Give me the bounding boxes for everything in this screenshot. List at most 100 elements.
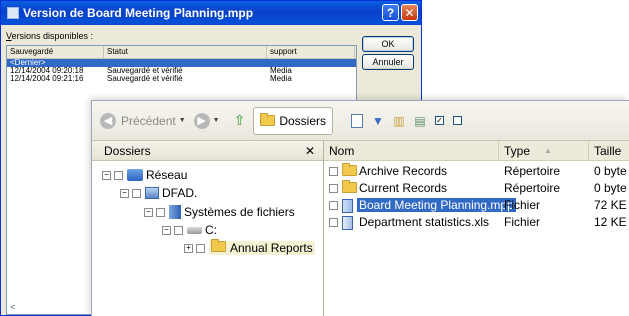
checkbox[interactable] <box>329 201 338 210</box>
close-button[interactable]: ✕ <box>401 4 418 21</box>
checkbox[interactable] <box>329 167 338 176</box>
checkbox[interactable] <box>132 188 141 198</box>
version-status: Sauvegardé et vérifié <box>107 67 183 75</box>
folder-icon <box>342 163 357 176</box>
empty-checkbox-icon[interactable] <box>453 116 462 125</box>
drive-icon <box>187 226 202 234</box>
versions-list-header: Sauvegardé Statut support <box>7 46 356 59</box>
file-name: Board Meeting Planning.mpp <box>357 198 516 212</box>
tree-node-file-systems[interactable]: − Systèmes de fichiers <box>144 204 295 220</box>
versions-available-label: Versions disponibles : <box>6 31 94 41</box>
tree-node-annual-reports[interactable]: + Annual Reports <box>184 239 315 256</box>
file-type: Répertoire <box>504 164 561 178</box>
scroll-left-arrow-icon[interactable]: < <box>7 301 19 313</box>
version-support: Media <box>270 67 292 75</box>
ok-button[interactable]: OK <box>362 36 414 52</box>
file-name: Archive Records <box>359 164 448 178</box>
file-size: 12 KE <box>594 215 627 229</box>
folder-up-icon[interactable]: ⇧ <box>234 112 246 129</box>
forward-arrow-icon: ▶ <box>193 112 210 129</box>
dialog-titlebar: Version de Board Meeting Planning.mpp ? … <box>1 1 421 25</box>
library-icon[interactable]: ▥ <box>393 114 405 128</box>
close-icon[interactable]: ✕ <box>305 144 315 158</box>
file-size: 72 KE <box>594 198 627 212</box>
chevron-down-icon[interactable]: ▼ <box>179 117 186 124</box>
file-size: 0 byte <box>594 181 627 195</box>
back-arrow-icon: ◀ <box>100 112 116 129</box>
column-header-type[interactable]: Type ▲ <box>499 141 589 160</box>
file-row-selected[interactable]: Board Meeting Planning.mpp Fichier 72 KE <box>324 197 629 214</box>
sort-ascending-icon: ▲ <box>544 146 552 155</box>
tree-node-dfad[interactable]: − DFAD. <box>120 185 197 201</box>
checkbox[interactable] <box>329 184 338 193</box>
new-document-icon[interactable] <box>351 113 363 128</box>
version-row[interactable]: 12/14/2004 09:21:16 Sauvegardé et vérifi… <box>7 75 356 83</box>
folder-tree-title: Dossiers <box>104 143 151 158</box>
folder-icon <box>342 180 357 193</box>
tree-node-label: Systèmes de fichiers <box>184 205 295 219</box>
file-type: Fichier <box>504 215 541 229</box>
file-list-pane: Nom Type ▲ Taille Archive Records Réperto… <box>324 141 629 316</box>
collapse-icon[interactable]: − <box>120 188 129 198</box>
tree-node-selected: Annual Reports <box>209 239 315 255</box>
column-header-name[interactable]: Nom <box>324 141 499 160</box>
tree-node-label: Annual Reports <box>230 241 313 255</box>
file-size: 0 byte <box>594 164 627 178</box>
folders-button[interactable]: Dossiers <box>253 106 333 135</box>
expand-icon[interactable]: + <box>184 243 193 253</box>
forward-button[interactable]: ▶ ▼ <box>193 112 220 129</box>
computer-icon <box>145 187 159 199</box>
back-button[interactable]: ◀ Précédent ▼ <box>100 112 186 129</box>
checkbox[interactable] <box>114 170 123 180</box>
version-row-latest[interactable]: <Dernier> <box>7 59 356 67</box>
project-file-icon <box>342 199 353 213</box>
spreadsheet-file-icon <box>342 216 353 230</box>
checkbox[interactable] <box>174 225 183 235</box>
back-label: Précédent <box>121 113 176 128</box>
tree-node-label: C: <box>205 223 217 237</box>
tree-node-drive-c[interactable]: − C: <box>162 222 217 238</box>
version-saved: <Dernier> <box>10 59 46 67</box>
checkbox[interactable] <box>329 218 338 227</box>
dialog-title: Version de Board Meeting Planning.mpp <box>23 6 254 20</box>
help-button[interactable]: ? <box>382 4 399 21</box>
column-header-support[interactable]: support <box>267 46 355 58</box>
toolbar-icons: ▼ ▥ ▤ ✓ <box>351 113 462 128</box>
file-row[interactable]: Archive Records Répertoire 0 byte <box>324 163 629 180</box>
collapse-icon[interactable]: − <box>102 170 111 180</box>
network-icon <box>127 169 143 181</box>
file-name: Department statistics.xls <box>359 215 490 229</box>
column-header-size[interactable]: Taille <box>589 141 629 160</box>
folder-tree-pane: Dossiers ✕ − Réseau − DFAD. − Systèmes d… <box>92 141 324 316</box>
file-row[interactable]: Current Records Répertoire 0 byte <box>324 180 629 197</box>
tree-node-label: DFAD. <box>162 186 198 200</box>
version-saved: 12/14/2004 09:21:16 <box>10 75 84 83</box>
collapse-icon[interactable]: − <box>144 207 153 217</box>
chevron-down-icon[interactable]: ▼ <box>213 117 220 124</box>
version-status: Sauvegardé et vérifié <box>107 75 183 83</box>
explorer-toolbar: ◀ Précédent ▼ ▶ ▼ ⇧ Dossiers ▼ ▥ ▤ ✓ <box>92 101 629 141</box>
cancel-button[interactable]: Annuler <box>362 54 414 70</box>
explorer-window: ◀ Précédent ▼ ▶ ▼ ⇧ Dossiers ▼ ▥ ▤ ✓ Dos… <box>91 100 629 316</box>
version-saved: 12/14/2004 09:20:18 <box>10 67 84 75</box>
file-type: Fichier <box>504 198 541 212</box>
column-header-status[interactable]: Statut <box>104 46 267 58</box>
tree-node-network[interactable]: − Réseau <box>102 167 187 183</box>
folder-icon <box>260 113 276 126</box>
checkbox[interactable] <box>156 207 165 217</box>
folder-tree-header: Dossiers ✕ <box>92 141 323 161</box>
filesystem-icon <box>169 205 181 219</box>
filter-icon[interactable]: ▼ <box>372 114 384 128</box>
checked-checkbox-icon[interactable]: ✓ <box>435 116 444 125</box>
file-row[interactable]: Department statistics.xls Fichier 12 KE <box>324 214 629 231</box>
collapse-icon[interactable]: − <box>162 225 171 235</box>
checkbox[interactable] <box>196 243 205 253</box>
tree-node-label: Réseau <box>146 168 188 182</box>
file-name: Current Records <box>359 181 448 195</box>
archive-icon[interactable]: ▤ <box>414 114 426 128</box>
column-header-saved[interactable]: Sauvegardé <box>7 46 104 58</box>
version-support: Media <box>270 75 292 83</box>
folders-button-label: Dossiers <box>279 113 326 128</box>
version-row[interactable]: 12/14/2004 09:20:18 Sauvegardé et vérifi… <box>7 67 356 75</box>
file-type: Répertoire <box>504 181 561 195</box>
